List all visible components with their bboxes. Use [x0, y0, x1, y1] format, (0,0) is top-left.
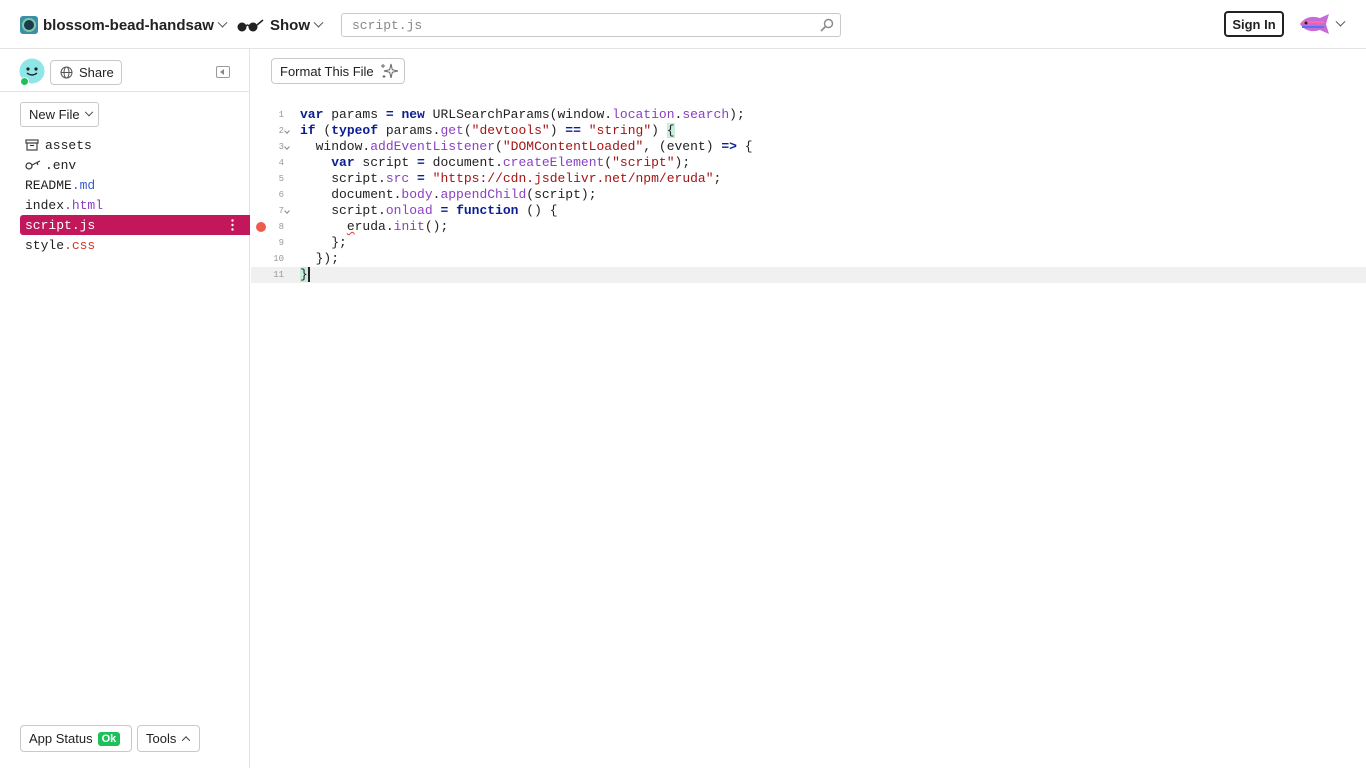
- file-item-assets[interactable]: assets: [20, 135, 250, 155]
- file-item-style[interactable]: style .css: [20, 235, 250, 255]
- line-number: 4: [278, 158, 284, 168]
- file-extension: .md: [71, 177, 96, 193]
- app-status-label: App Status: [29, 731, 93, 746]
- top-bar: blossom-bead-handsaw Show Sign In: [0, 0, 1366, 49]
- file-item-env[interactable]: .env: [20, 155, 250, 175]
- globe-icon: [60, 66, 73, 79]
- search-box: [341, 13, 841, 37]
- project-name: blossom-bead-handsaw: [43, 16, 214, 34]
- file-name: index: [25, 197, 65, 213]
- file-item-readme[interactable]: README .md: [20, 175, 250, 195]
- file-name: assets: [45, 137, 92, 153]
- chevron-down-icon: [217, 17, 228, 28]
- line-number: 10: [273, 254, 284, 264]
- key-icon: [25, 160, 41, 170]
- project-menu[interactable]: blossom-bead-handsaw: [20, 15, 228, 35]
- code-line[interactable]: 3 window.addEventListener("DOMContentLoa…: [251, 139, 1366, 155]
- code-text: script.src = "https://cdn.jsdelivr.net/n…: [300, 171, 722, 186]
- code-text: });: [300, 251, 340, 266]
- code-text: if (typeof params.get("devtools") == "st…: [300, 123, 675, 138]
- format-file-button[interactable]: Format This File: [271, 58, 405, 84]
- fold-chevron-icon[interactable]: [284, 144, 290, 150]
- file-name: README: [25, 177, 72, 193]
- code-line[interactable]: 4 var script = document.createElement("s…: [251, 155, 1366, 171]
- line-number: 5: [278, 174, 284, 184]
- user-menu[interactable]: [1298, 11, 1346, 37]
- sidebar-header: Share: [0, 49, 250, 92]
- sparkle-icon: [380, 63, 398, 79]
- more-options-icon[interactable]: [231, 219, 234, 231]
- share-button[interactable]: Share: [50, 60, 122, 85]
- code-text: var script = document.createElement("scr…: [331, 155, 691, 170]
- code-line-active[interactable]: 11 }: [251, 267, 1366, 283]
- code-text: script.onload = function () {: [300, 203, 558, 218]
- line-number: 1: [278, 110, 284, 120]
- line-number: 3: [278, 142, 284, 152]
- chevron-down-icon: [1335, 16, 1346, 27]
- new-file-label: New File: [29, 107, 80, 122]
- code-line[interactable]: 1 var params = new URLSearchParams(windo…: [251, 107, 1366, 123]
- code-text: }: [300, 267, 310, 282]
- file-name: style: [25, 237, 65, 253]
- file-tree: assets .env README .md index .html script.…: [20, 135, 250, 255]
- file-extension: .js: [71, 217, 96, 233]
- show-label: Show: [270, 16, 310, 34]
- tools-label: Tools: [146, 731, 177, 746]
- line-number: 7: [278, 206, 284, 216]
- tools-button[interactable]: Tools: [137, 725, 200, 752]
- status-badge: Ok: [97, 731, 121, 746]
- sign-in-button[interactable]: Sign In: [1224, 11, 1284, 37]
- fold-chevron-icon[interactable]: [284, 128, 290, 134]
- code-text: document.body.appendChild(script);: [300, 187, 597, 202]
- code-line[interactable]: 7 script.onload = function () {: [251, 203, 1366, 219]
- collapse-sidebar-icon[interactable]: [216, 66, 230, 78]
- line-number: 6: [278, 190, 284, 200]
- code-editor[interactable]: 1 var params = new URLSearchParams(windo…: [251, 107, 1366, 283]
- search-icon[interactable]: [820, 18, 834, 32]
- line-number: 11: [273, 270, 284, 280]
- project-avatar-icon: [20, 16, 38, 34]
- share-label: Share: [79, 65, 114, 80]
- file-name: script: [25, 217, 72, 233]
- code-text: var params = new URLSearchParams(window.…: [300, 107, 745, 122]
- app-status-button[interactable]: App Status Ok: [20, 725, 132, 752]
- sunglasses-icon: [237, 19, 264, 32]
- chevron-down-icon: [313, 17, 324, 28]
- code-line[interactable]: 2 if (typeof params.get("devtools") == "…: [251, 123, 1366, 139]
- file-extension: .css: [64, 237, 96, 253]
- code-line[interactable]: 5 script.src = "https://cdn.jsdelivr.net…: [251, 171, 1366, 187]
- file-item-script[interactable]: script .js: [20, 215, 250, 235]
- code-text: window.addEventListener("DOMContentLoade…: [300, 139, 753, 154]
- format-file-label: Format This File: [280, 63, 374, 79]
- code-line[interactable]: 10 });: [251, 251, 1366, 267]
- chevron-down-icon: [84, 107, 93, 116]
- new-file-button[interactable]: New File: [20, 102, 99, 127]
- code-line[interactable]: 9 };: [251, 235, 1366, 251]
- line-number: 8: [278, 222, 284, 232]
- line-number: 9: [278, 238, 284, 248]
- show-menu[interactable]: Show: [236, 15, 324, 35]
- fish-avatar-icon: [1300, 14, 1329, 34]
- online-status-dot: [20, 77, 29, 86]
- file-item-index[interactable]: index .html: [20, 195, 250, 215]
- code-line[interactable]: 8 eruda.init();: [251, 219, 1366, 235]
- line-number: 2: [278, 126, 284, 136]
- code-text: };: [300, 235, 347, 250]
- code-text: eruda.init();: [346, 219, 449, 234]
- code-line[interactable]: 6 document.body.appendChild(script);: [251, 187, 1366, 203]
- search-input[interactable]: [342, 14, 812, 36]
- fold-chevron-icon[interactable]: [284, 208, 290, 214]
- archive-icon: [25, 139, 39, 151]
- file-extension: .html: [64, 197, 104, 213]
- file-name: .env: [45, 157, 77, 173]
- sidebar: Share New File assets .env README .md in…: [0, 49, 250, 768]
- chevron-up-icon: [182, 735, 191, 745]
